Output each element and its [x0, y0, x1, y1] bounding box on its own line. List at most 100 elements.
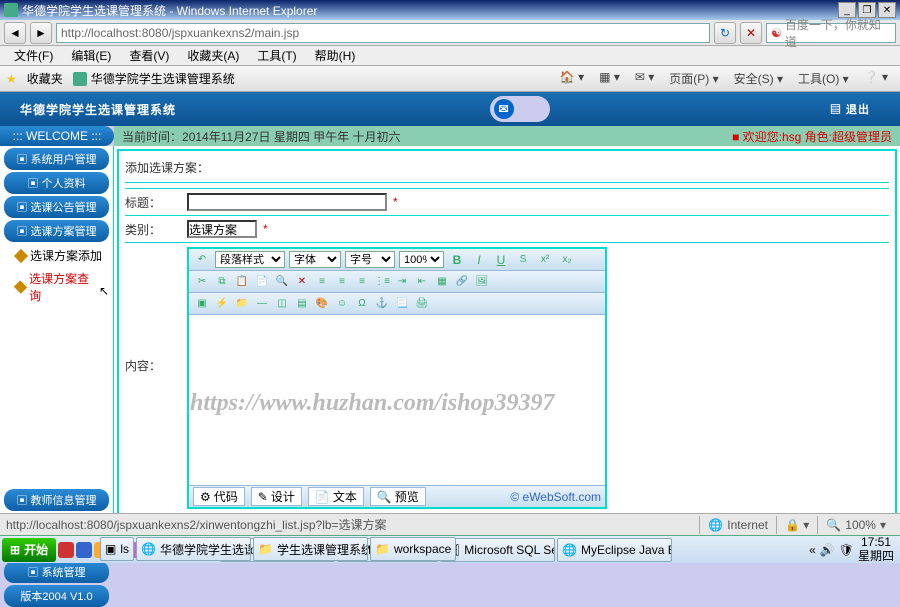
size-select[interactable]: 字号 [345, 251, 395, 268]
safety-menu[interactable]: 安全(S) ▾ [728, 70, 789, 87]
main-panel: 添加选课方案： 标题： * 类别： * 内容： ↶ 段落样式 字体 字号 100… [117, 149, 897, 528]
cross-icon[interactable]: ✕ [293, 273, 311, 291]
back-button[interactable]: ◄ [4, 22, 26, 44]
mail-button[interactable]: ✉ ▾ [629, 70, 660, 87]
task-item[interactable]: 📁workspace [370, 537, 456, 561]
strike-icon[interactable]: S [514, 251, 532, 269]
zoom-select[interactable]: 100% [399, 251, 444, 268]
content-area: ▣ 系统用户管理 ▣ 个人资料 ▣ 选课公告管理 ▣ 选课方案管理 选课方案添加… [0, 146, 900, 531]
sidebar-version: 版本2004 V1.0 [4, 585, 109, 607]
task-item[interactable]: 🌐MyEclipse Java Ente... [557, 538, 672, 562]
link-icon[interactable]: 🔗 [453, 273, 471, 291]
message-badge[interactable]: ✉ [490, 96, 550, 122]
omega-icon[interactable]: Ω [353, 295, 371, 313]
page-menu[interactable]: 页面(P) ▾ [663, 70, 724, 87]
sub-icon[interactable]: x₂ [558, 251, 576, 269]
tab-title[interactable]: 华德学院学生选课管理系统 [91, 70, 235, 87]
super-icon[interactable]: x² [536, 251, 554, 269]
cut-icon[interactable]: ✂ [193, 273, 211, 291]
sidebar-item-profile[interactable]: ▣ 个人资料 [4, 172, 109, 194]
copy-icon[interactable]: ⧉ [213, 273, 231, 291]
window-icon[interactable]: ◫ [273, 295, 291, 313]
sidebar-item-plan[interactable]: ▣ 选课方案管理 [4, 220, 109, 242]
rich-editor: ↶ 段落样式 字体 字号 100% B I U S x² x₂ ✂ ⧉ 📋 📄 [187, 247, 607, 509]
menu-help[interactable]: 帮助(H) [307, 47, 364, 64]
credit-link[interactable]: © eWebSoft.com [510, 490, 601, 504]
print-icon[interactable]: 🖨 [413, 295, 431, 313]
media-icon[interactable]: ▣ [193, 295, 211, 313]
editor-textarea[interactable] [189, 315, 605, 485]
italic-icon[interactable]: I [470, 251, 488, 269]
menu-view[interactable]: 查看(V) [121, 47, 177, 64]
tab-design[interactable]: ✎ 设计 [251, 487, 302, 506]
favorites-label[interactable]: 收藏夹 [27, 70, 63, 87]
outdent-icon[interactable]: ⇤ [413, 273, 431, 291]
doc-icon[interactable]: 📃 [393, 295, 411, 313]
bold-icon[interactable]: B [448, 251, 466, 269]
logout-button[interactable]: ▤ 退出 [830, 101, 870, 117]
paste-icon[interactable]: 📋 [233, 273, 251, 291]
sidebar-item-users[interactable]: ▣ 系统用户管理 [4, 148, 109, 170]
sidebar-sub-query-plan[interactable]: 选课方案查询↖ [0, 267, 113, 307]
paragraph-select[interactable]: 段落样式 [215, 251, 285, 268]
stop-button[interactable]: ✕ [740, 22, 762, 44]
list-icon[interactable]: ⋮≡ [373, 273, 391, 291]
flash-icon[interactable]: ⚡ [213, 295, 231, 313]
tab-text[interactable]: 📄 文本 [308, 487, 364, 506]
app-header: 华德学院学生选课管理系统 ✉ ▤ 退出 [0, 92, 900, 126]
image-icon[interactable]: 🖼 [473, 273, 491, 291]
align-center-icon[interactable]: ≡ [333, 273, 351, 291]
clock-time: 17:51 [858, 536, 894, 549]
home-button[interactable]: 🏠 ▾ [554, 70, 590, 87]
hr-icon[interactable]: ― [253, 295, 271, 313]
tray-icon[interactable] [76, 542, 92, 558]
paste-text-icon[interactable]: 📄 [253, 273, 271, 291]
file-icon[interactable]: 📁 [233, 295, 251, 313]
sidebar-item-teacher[interactable]: ▣ 教师信息管理 [4, 489, 109, 511]
favorites-icon[interactable]: ★ [6, 72, 17, 86]
align-right-icon[interactable]: ≡ [353, 273, 371, 291]
time-value: 2014年11月27日 星期四 甲午年 十月初六 [182, 130, 401, 144]
start-button[interactable]: ⊞ 开始 [2, 538, 56, 562]
url-input[interactable]: http://localhost:8080/jspxuankexns2/main… [56, 23, 710, 43]
menu-edit[interactable]: 编辑(E) [63, 47, 119, 64]
undo-icon[interactable]: ↶ [193, 251, 211, 269]
forward-button[interactable]: ► [30, 22, 52, 44]
menu-favorites[interactable]: 收藏夹(A) [179, 47, 247, 64]
sidebar-sub-add-plan[interactable]: 选课方案添加 [0, 244, 113, 267]
sidebar-item-system[interactable]: ▣ 系统管理 [4, 561, 109, 583]
font-select[interactable]: 字体 [289, 251, 341, 268]
title-input[interactable] [187, 193, 387, 211]
tray-indicator[interactable]: « [809, 543, 816, 557]
zoom-level[interactable]: 🔍 100% ▾ [817, 516, 894, 534]
tray-icon[interactable] [58, 542, 74, 558]
indent-icon[interactable]: ⇥ [393, 273, 411, 291]
help-menu[interactable]: ❔ ▾ [858, 70, 894, 87]
table-icon[interactable]: ▦ [433, 273, 451, 291]
color-icon[interactable]: 🎨 [313, 295, 331, 313]
align-left-icon[interactable]: ≡ [313, 273, 331, 291]
tools-menu[interactable]: 工具(O) ▾ [792, 70, 855, 87]
menu-file[interactable]: 文件(F) [6, 47, 61, 64]
tray-indicator[interactable]: 🛡 [839, 543, 854, 557]
search-input[interactable]: ☯ 百度一下，你就知道 [766, 23, 896, 43]
anchor-icon[interactable]: ⚓ [373, 295, 391, 313]
current-user: ■ 欢迎您:hsg 角色:超级管理员 [732, 128, 892, 145]
tab-preview[interactable]: 🔍 预览 [370, 487, 426, 506]
task-item[interactable]: ▣ls [100, 537, 134, 561]
underline-icon[interactable]: U [492, 251, 510, 269]
task-item[interactable]: 🗄Microsoft SQL Serve... [440, 538, 555, 562]
menu-tools[interactable]: 工具(T) [249, 47, 304, 64]
tab-code[interactable]: ⚙ 代码 [193, 487, 245, 506]
type-input[interactable] [187, 220, 257, 238]
find-icon[interactable]: 🔍 [273, 273, 291, 291]
feeds-button[interactable]: ▦ ▾ [593, 70, 626, 87]
refresh-button[interactable]: ↻ [714, 22, 736, 44]
tray-indicator[interactable]: 🔊 [820, 543, 835, 557]
status-url: http://localhost:8080/jspxuankexns2/xinw… [6, 516, 699, 533]
smile-icon[interactable]: ☺ [333, 295, 351, 313]
sidebar-item-notice[interactable]: ▣ 选课公告管理 [4, 196, 109, 218]
layout-icon[interactable]: ▤ [293, 295, 311, 313]
task-item[interactable]: 📁学生选课管理系统 [253, 537, 368, 561]
task-item[interactable]: 🌐华德学院学生选课管... [136, 537, 251, 561]
